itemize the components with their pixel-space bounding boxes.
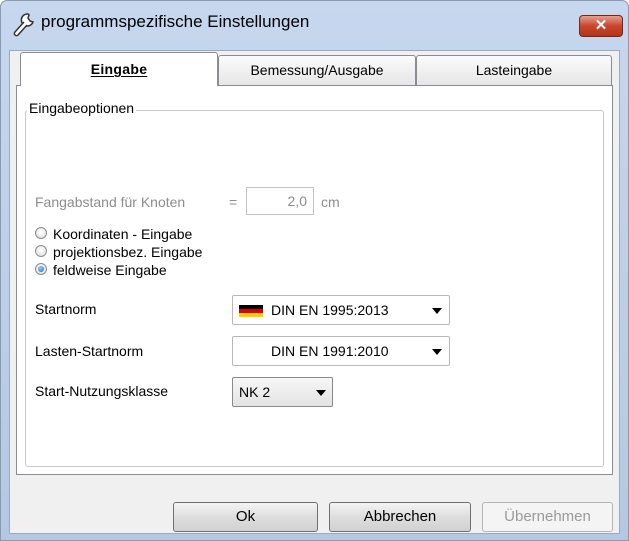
wrench-icon bbox=[13, 13, 34, 37]
radio-button-unchecked bbox=[35, 227, 47, 239]
radio-feldweise-eingabe[interactable]: feldweise Eingabe bbox=[35, 261, 275, 279]
tab-lasteingabe-label: Lasteingabe bbox=[475, 62, 553, 78]
window-title: programmspezifische Einstellungen bbox=[41, 12, 310, 31]
radio-projektionsbez-eingabe[interactable]: projektionsbez. Eingabe bbox=[35, 243, 275, 261]
tab-eingabe[interactable]: Eingabe bbox=[20, 52, 218, 86]
apply-button-label: Übernehmen bbox=[504, 508, 591, 525]
radio-button-checked bbox=[35, 263, 47, 275]
ok-button-label: Ok bbox=[235, 508, 256, 525]
startnorm-value: DIN EN 1995:2013 bbox=[271, 302, 389, 318]
radio-projektionsbez-label: projektionsbez. Eingabe bbox=[53, 244, 203, 260]
nutzungsklasse-label: Start-Nutzungsklasse bbox=[35, 383, 169, 399]
tab-panel-eingabe: Eingabeoptionen Fangabstand für Knoten =… bbox=[16, 85, 613, 475]
radio-koordinaten-label: Koordinaten - Eingabe bbox=[53, 226, 193, 242]
cancel-button[interactable]: Abbrechen bbox=[329, 502, 471, 532]
chevron-down-icon bbox=[316, 390, 326, 396]
snap-equals-sign: = bbox=[229, 194, 238, 210]
apply-button[interactable]: Übernehmen bbox=[482, 502, 613, 532]
tab-eingabe-label: Eingabe bbox=[90, 61, 148, 77]
settings-dialog: programmspezifische Einstellungen ✕ Eing… bbox=[0, 0, 629, 541]
close-button[interactable]: ✕ bbox=[579, 15, 623, 37]
startnorm-dropdown[interactable]: DIN EN 1995:2013 bbox=[232, 295, 450, 325]
ok-button[interactable]: Ok bbox=[173, 502, 318, 532]
german-flag-icon bbox=[239, 305, 263, 317]
nutzungsklasse-dropdown[interactable]: NK 2 bbox=[232, 377, 333, 407]
radio-feldweise-label: feldweise Eingabe bbox=[53, 262, 167, 278]
chevron-down-icon bbox=[432, 308, 442, 314]
lasten-startnorm-value: DIN EN 1991:2010 bbox=[271, 343, 389, 359]
startnorm-label: Startnorm bbox=[35, 301, 97, 317]
snap-distance-input[interactable]: 2,0 bbox=[246, 187, 314, 215]
radio-button-unchecked bbox=[35, 245, 47, 257]
close-icon: ✕ bbox=[594, 17, 608, 34]
chevron-down-icon bbox=[432, 349, 442, 355]
nutzungsklasse-value: NK 2 bbox=[239, 384, 271, 400]
tab-bemessung-ausgabe-label: Bemessung/Ausgabe bbox=[250, 62, 384, 78]
lasten-startnorm-dropdown[interactable]: DIN EN 1991:2010 bbox=[232, 336, 450, 366]
snap-distance-label: Fangabstand für Knoten bbox=[35, 194, 186, 210]
title-bar[interactable]: programmspezifische Einstellungen ✕ bbox=[1, 1, 628, 49]
group-label-eingabeoptionen: Eingabeoptionen bbox=[27, 100, 137, 116]
cancel-button-label: Abbrechen bbox=[363, 508, 437, 525]
radio-koordinaten-eingabe[interactable]: Koordinaten - Eingabe bbox=[35, 225, 275, 243]
lasten-startnorm-label: Lasten-Startnorm bbox=[35, 343, 144, 359]
snap-unit-label: cm bbox=[321, 194, 340, 210]
tab-bemessung-ausgabe[interactable]: Bemessung/Ausgabe bbox=[218, 55, 416, 85]
group-eingabeoptionen bbox=[25, 110, 604, 467]
dialog-client-area: Eingabe Bemessung/Ausgabe Lasteingabe Ei… bbox=[9, 50, 620, 534]
tab-lasteingabe[interactable]: Lasteingabe bbox=[416, 55, 612, 85]
